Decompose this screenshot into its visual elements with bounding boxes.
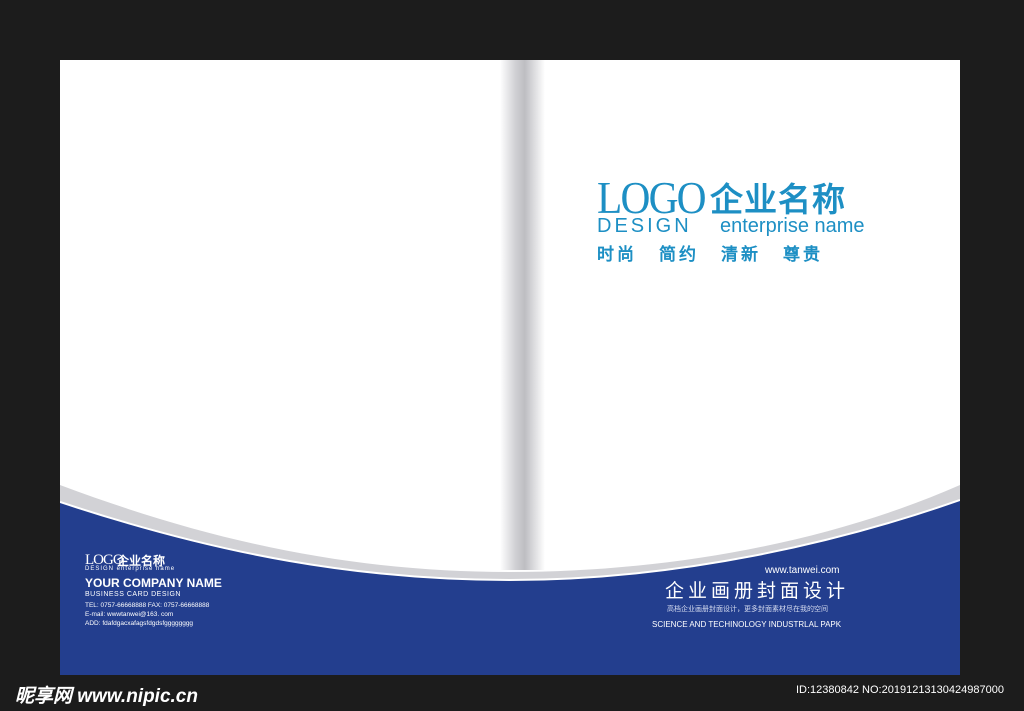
contact-line: TEL: 0757-66668888 FAX: 0757-66668888 [85, 602, 210, 609]
company-name: YOUR COMPANY NAME [85, 576, 222, 590]
logo-design-text: DESIGN [597, 215, 692, 237]
contact-line: E-mail: wwwtanwei@163. com [85, 611, 174, 618]
brochure-title: 企业画册封面设计 [665, 581, 850, 602]
slogan-row: 时尚 简约 清新 尊贵 [597, 240, 845, 265]
slogan-item: 简约 [659, 245, 699, 264]
brochure-cover: LOGO 企业名称 DESIGN enterprise name 时尚 简约 清新尊… [60, 60, 960, 675]
english-tagline: SCIENCE AND TECHINOLOGY INDUSTRLAL PAPK [652, 620, 842, 629]
brochure-subtitle: 高档企业画册封面设计，更多封面素材尽在我的空间 [667, 606, 828, 613]
business-card-label: BUSINESS CARD DESIGN [85, 591, 181, 598]
slogan-item: 清新 [721, 245, 761, 264]
logo-enterprise-name: enterprise name [720, 215, 865, 237]
logo-company-name: 企业名称 [710, 181, 846, 218]
contact-line: ADD: fdafdgacxafagsfdgdsfgggggggg [85, 620, 194, 627]
slogan-item: 时尚 [597, 245, 637, 264]
spine-shadow [500, 60, 545, 570]
slogan-item: 尊贵 [783, 245, 823, 264]
watermark-site: 昵享网 www.nipic.cn [15, 686, 198, 707]
website-url: www.tanwei.com [765, 565, 840, 576]
small-logo-design: DESIGN enterprise name [85, 566, 176, 572]
watermark-id: ID:12380842 NO:20191213130424987000 [796, 684, 1004, 696]
